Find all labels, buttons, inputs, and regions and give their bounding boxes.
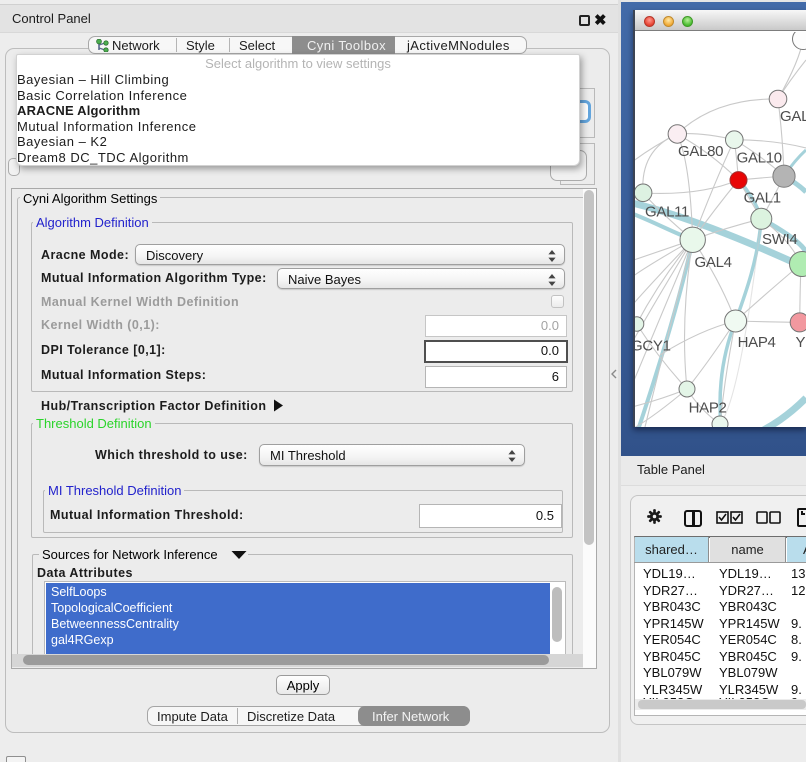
svg-text:GAL1: GAL1 [744,190,781,207]
svg-text:GAL10: GAL10 [737,150,782,167]
svg-text:GCY1: GCY1 [635,338,671,355]
svg-text:GAL4: GAL4 [695,254,732,271]
svg-text:GAL7: GAL7 [780,108,806,125]
svg-text:HAP4: HAP4 [738,334,776,351]
svg-text:HAP2: HAP2 [689,400,727,417]
svg-text:GAL11: GAL11 [645,204,689,221]
svg-text:SWI4: SWI4 [762,231,797,248]
svg-text:Y: Y [796,334,806,351]
svg-text:GAL80: GAL80 [678,143,723,160]
